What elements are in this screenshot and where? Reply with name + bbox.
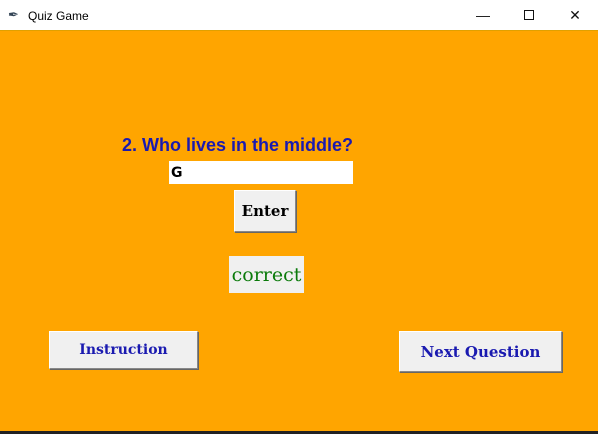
question-label: 2. Who lives in the middle? [122, 135, 354, 155]
quiz-panel: 2. Who lives in the middle? Enter correc… [0, 31, 598, 431]
next-question-button[interactable]: Next Question [399, 331, 562, 372]
maximize-button[interactable] [506, 0, 552, 30]
minimize-button[interactable]: — [460, 0, 506, 30]
title-bar: ✒ Quiz Game — ✕ [0, 0, 598, 31]
enter-button[interactable]: Enter [234, 190, 296, 232]
maximize-icon [524, 10, 534, 20]
answer-input[interactable] [169, 161, 353, 184]
result-label: correct [229, 256, 304, 293]
window-title: Quiz Game [28, 9, 89, 23]
feather-icon: ✒ [8, 7, 19, 22]
close-button[interactable]: ✕ [552, 0, 598, 30]
instruction-button[interactable]: Instruction [49, 331, 198, 369]
close-icon: ✕ [569, 6, 581, 23]
minimize-icon: — [476, 7, 490, 23]
